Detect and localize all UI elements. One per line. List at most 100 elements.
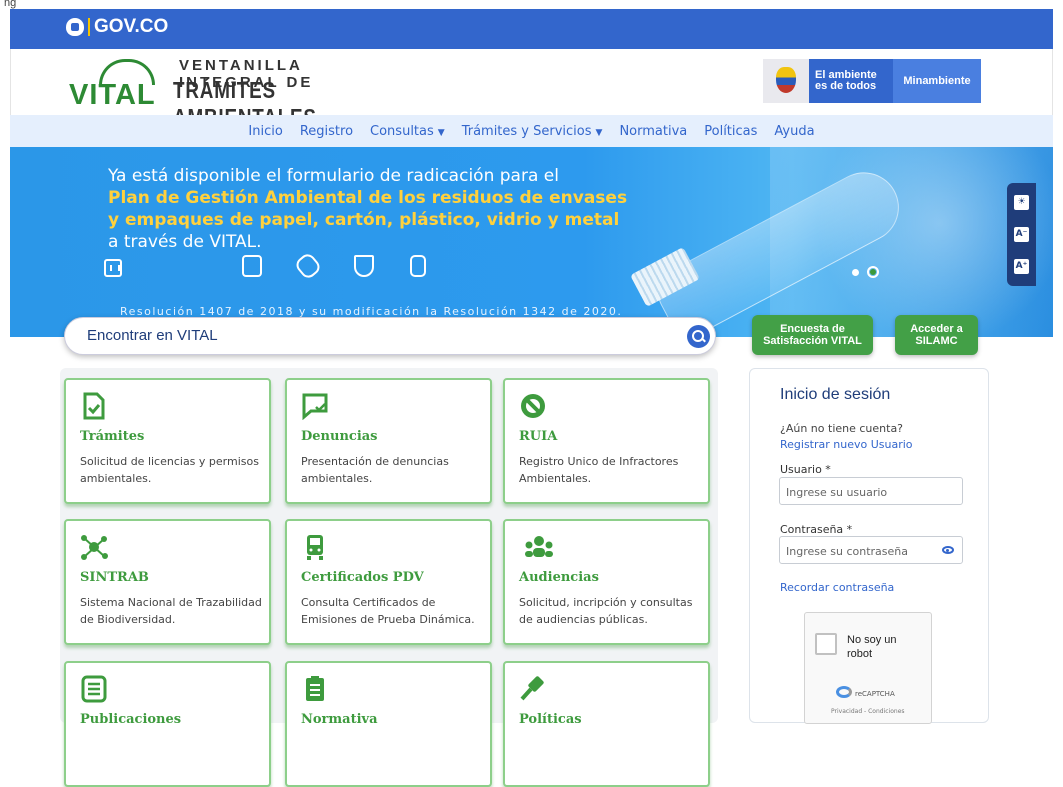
network-icon <box>81 535 108 560</box>
vital-logo[interactable]: VITAL VENTANILLA INTEGRAL DE TRÁMITES AM… <box>69 57 399 130</box>
card-title: Denuncias <box>301 429 378 444</box>
register-link[interactable]: Registrar nuevo Usuario <box>780 438 913 451</box>
accessibility-toolbar: ☀ A⁻ A⁺ <box>1007 183 1036 286</box>
card-title: Audiencias <box>519 570 599 585</box>
can-icon <box>410 255 426 277</box>
nav-item-consultas[interactable]: Consultas ▼ <box>370 124 445 139</box>
nav-item-politicas[interactable]: Políticas <box>704 124 757 139</box>
silamc-button[interactable]: Acceder a SILAMC <box>895 315 978 355</box>
paper-icon <box>242 255 262 277</box>
banner-line1: Ya está disponible el formulario de radi… <box>108 166 559 186</box>
carousel-dot-active[interactable] <box>867 266 879 278</box>
card-politicas[interactable]: Políticas <box>503 661 710 787</box>
gov-shield-icon <box>66 18 84 36</box>
survey-button[interactable]: Encuesta de Satisfacción VITAL <box>752 315 873 355</box>
recaptcha-widget: No soy un robot reCAPTCHA Privacidad - Co… <box>804 612 932 724</box>
eye-icon[interactable] <box>942 546 954 554</box>
banner-icons <box>104 251 426 281</box>
gavel-icon <box>520 676 544 701</box>
banner-line2: Plan de Gestión Ambiental de los residuo… <box>108 188 628 208</box>
card-ruia[interactable]: RUIA Registro Unico de Infractores Ambie… <box>503 378 710 504</box>
card-title: Políticas <box>519 712 582 727</box>
user-label: Usuario * <box>780 463 831 476</box>
search-icon[interactable] <box>687 325 710 348</box>
decrease-font-icon[interactable]: A⁻ <box>1014 226 1029 242</box>
password-label: Contraseña * <box>780 523 853 536</box>
card-desc: Presentación de denuncias ambientales. <box>301 455 449 485</box>
card-desc: Sistema Nacional de Trazabilidad de Biod… <box>80 596 262 626</box>
card-publicaciones[interactable]: Publicaciones <box>64 661 271 787</box>
no-account-text: ¿Aún no tiene cuenta? <box>780 422 904 435</box>
people-icon <box>525 536 553 557</box>
card-denuncias[interactable]: Denuncias Presentación de denuncias ambi… <box>285 378 492 504</box>
nav-consultas-label: Consultas <box>370 123 434 139</box>
password-placeholder: Ingrese su contraseña <box>786 545 908 558</box>
minambiente-badge[interactable]: El ambiente es de todos Minambiente <box>763 59 981 103</box>
glass-icon <box>354 255 374 277</box>
recaptcha-privacy-link[interactable]: Privacidad - Condiciones <box>831 708 905 715</box>
gov-separator <box>88 18 90 36</box>
card-title: Certificados PDV <box>301 570 424 585</box>
card-title: Normativa <box>301 712 378 727</box>
nav-item-tramites[interactable]: Trámites y Servicios ▼ <box>462 124 603 139</box>
card-normativa[interactable]: Normativa <box>285 661 492 787</box>
ambiente-slogan: El ambiente es de todos <box>809 59 893 103</box>
gov-logo-text: GOV.CO <box>94 16 169 37</box>
nav-item-normativa[interactable]: Normativa <box>619 124 687 139</box>
user-input[interactable]: Ingrese su usuario <box>779 477 963 505</box>
search-input[interactable]: Encontrar en VITAL <box>87 327 218 344</box>
site-header: VITAL VENTANILLA INTEGRAL DE TRÁMITES AM… <box>10 49 1053 130</box>
card-title: Publicaciones <box>80 712 182 727</box>
caret-down-icon: ▼ <box>437 127 445 138</box>
nav-item-registro[interactable]: Registro <box>300 124 353 139</box>
card-sintrab[interactable]: SINTRAB Sistema Nacional de Trazabilidad… <box>64 519 271 645</box>
card-desc: Solicitud, incripción y consultas de aud… <box>519 596 693 626</box>
card-title: SINTRAB <box>80 570 149 585</box>
clipboard-icon <box>306 676 324 701</box>
card-desc: Solicitud de licencias y permisos ambien… <box>80 455 259 485</box>
pause-icon[interactable] <box>104 259 122 277</box>
slogan-line2: es de todos <box>815 80 877 92</box>
caret-down-icon: ▼ <box>595 127 603 138</box>
survey-line1: Encuesta de <box>780 323 845 335</box>
contrast-icon[interactable]: ☀ <box>1014 195 1029 211</box>
recaptcha-logo-icon <box>836 686 852 698</box>
login-panel: Inicio de sesión ¿Aún no tiene cuenta? R… <box>749 368 989 724</box>
top-strip: ng <box>0 0 1063 9</box>
hero-banner[interactable]: Ya está disponible el formulario de radi… <box>10 147 1053 337</box>
password-input[interactable]: Ingrese su contraseña <box>779 536 963 564</box>
card-title: RUIA <box>519 429 558 444</box>
gov-bar: GOV.CO <box>10 9 1053 49</box>
search-bar[interactable]: Encontrar en VITAL <box>64 317 716 355</box>
prohibited-icon <box>521 394 545 418</box>
silamc-line1: Acceder a <box>910 323 963 335</box>
carousel-dot[interactable] <box>852 268 859 276</box>
increase-font-icon[interactable]: A⁺ <box>1014 258 1029 274</box>
card-desc: Consulta Certificados de Emisiones de Pr… <box>301 596 475 626</box>
colombia-crest-icon <box>763 59 809 103</box>
card-audiencias[interactable]: Audiencias Solicitud, incripción y consu… <box>503 519 710 645</box>
gov-co-logo[interactable]: GOV.CO <box>66 16 168 38</box>
remember-password-link[interactable]: Recordar contraseña <box>780 581 894 594</box>
recaptcha-label: No soy un robot <box>847 633 897 661</box>
chat-check-icon <box>302 393 328 420</box>
captcha-line1: No soy un <box>847 634 897 646</box>
list-icon <box>81 675 107 703</box>
nav-item-inicio[interactable]: Inicio <box>248 124 282 139</box>
services-panel: Trámites Solicitud de licencias y permis… <box>60 368 718 787</box>
recaptcha-checkbox[interactable] <box>815 633 837 655</box>
vehicle-icon <box>307 535 323 560</box>
document-check-icon <box>83 392 105 420</box>
recaptcha-brand: reCAPTCHA <box>855 690 895 698</box>
main-nav: Inicio Registro Consultas ▼ Trámites y Se… <box>10 115 1053 147</box>
nav-tramites-label: Trámites y Servicios <box>461 123 592 139</box>
card-certificados-pdv[interactable]: Certificados PDV Consulta Certificados d… <box>285 519 492 645</box>
carousel-dots <box>852 266 879 278</box>
nav-item-ayuda[interactable]: Ayuda <box>774 124 814 139</box>
banner-line4: a través de VITAL. <box>108 232 262 252</box>
login-title: Inicio de sesión <box>780 386 891 403</box>
card-tramites[interactable]: Trámites Solicitud de licencias y permis… <box>64 378 271 504</box>
banner-line3: y empaques de papel, cartón, plástico, v… <box>108 210 620 230</box>
vital-wordmark: VITAL <box>69 79 156 111</box>
bottle-icon <box>293 251 323 281</box>
